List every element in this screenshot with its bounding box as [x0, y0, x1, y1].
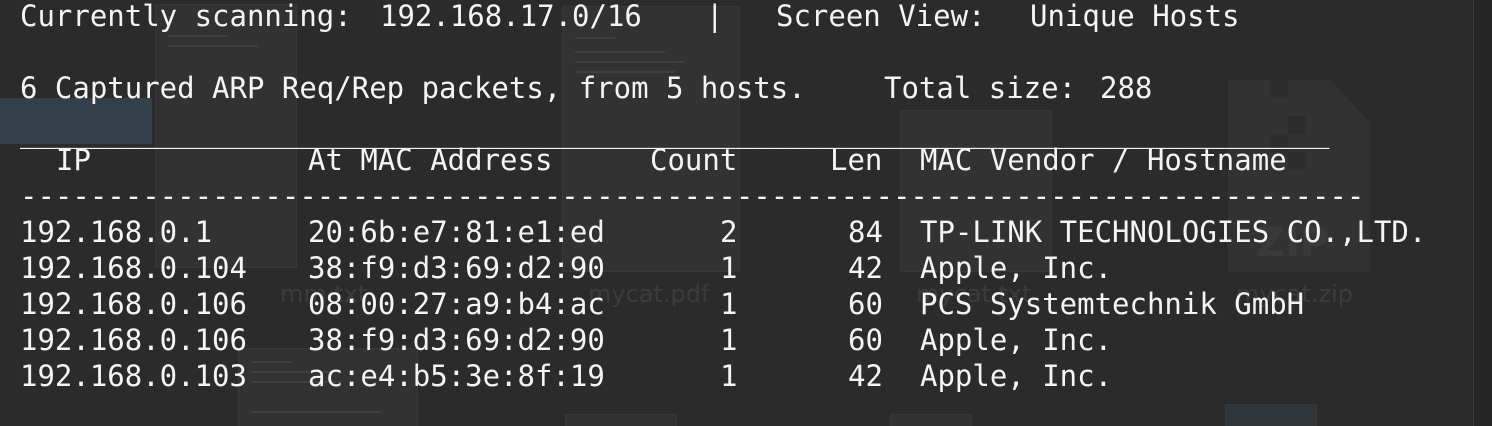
- scan-range: 192.168.17.0/16: [380, 0, 642, 33]
- summary-line: 6 Captured ARP Req/Rep packets, from 5 h…: [20, 70, 1152, 106]
- row-vendor: Apple, Inc.: [920, 251, 1113, 285]
- table-row: 192.168.0.106 08:00:27:a9:b4:ac 1 60 PCS…: [20, 286, 1304, 322]
- header-len: Len: [830, 143, 883, 177]
- row-count: 1: [720, 251, 738, 285]
- status-separator: |: [706, 0, 724, 33]
- table-row: 192.168.0.104 38:f9:d3:69:d2:90 1 42 App…: [20, 250, 1112, 286]
- row-vendor: TP-LINK TECHNOLOGIES CO.,LTD.: [920, 215, 1427, 249]
- total-size-label: Total size:: [884, 71, 1077, 105]
- row-ip: 192.168.0.103: [20, 359, 247, 393]
- row-len: 60: [848, 287, 883, 321]
- row-vendor: PCS Systemtechnik GmbH: [920, 287, 1305, 321]
- header-mac: At MAC Address: [308, 143, 553, 177]
- header-ip: IP: [56, 143, 91, 177]
- row-ip: 192.168.0.104: [20, 251, 247, 285]
- row-mac: 38:f9:d3:69:d2:90: [308, 251, 605, 285]
- table-divider: ----------------------------------------…: [20, 179, 1365, 213]
- row-len: 84: [848, 215, 883, 249]
- row-mac: 20:6b:e7:81:e1:ed: [308, 215, 605, 249]
- row-count: 1: [720, 359, 738, 393]
- row-count: 2: [720, 215, 738, 249]
- row-len: 42: [848, 359, 883, 393]
- row-ip: 192.168.0.106: [20, 287, 247, 321]
- status-line: Currently scanning: 192.168.17.0/16 | Sc…: [20, 0, 1240, 34]
- header-vendor: MAC Vendor / Hostname: [920, 143, 1287, 177]
- header-count: Count: [650, 143, 738, 177]
- row-count: 1: [720, 323, 738, 357]
- screen-view-label: Screen View:: [776, 0, 986, 33]
- row-mac: 38:f9:d3:69:d2:90: [308, 323, 605, 357]
- scanning-label: Currently scanning:: [20, 0, 352, 33]
- row-mac: ac:e4:b5:3e:8f:19: [308, 359, 605, 393]
- total-size-value: 288: [1100, 71, 1153, 105]
- row-ip: 192.168.0.106: [20, 323, 247, 357]
- packet-summary: 6 Captured ARP Req/Rep packets, from 5 h…: [20, 71, 806, 105]
- row-mac: 08:00:27:a9:b4:ac: [308, 287, 605, 321]
- terminal-window: ZIP mm.txt mycat.pdf mycat.txt mycat.zip…: [0, 0, 1492, 426]
- row-ip: 192.168.0.1: [20, 215, 213, 249]
- table-row: 192.168.0.1 20:6b:e7:81:e1:ed 2 84 TP-LI…: [20, 214, 1426, 250]
- terminal-output: Currently scanning: 192.168.17.0/16 | Sc…: [0, 0, 1492, 426]
- row-vendor: Apple, Inc.: [920, 323, 1113, 357]
- row-vendor: Apple, Inc.: [920, 359, 1113, 393]
- table-header: IP At MAC Address Count Len MAC Vendor /…: [20, 142, 1287, 178]
- row-len: 60: [848, 323, 883, 357]
- row-len: 42: [848, 251, 883, 285]
- table-row: 192.168.0.103 ac:e4:b5:3e:8f:19 1 42 App…: [20, 358, 1112, 394]
- row-count: 1: [720, 287, 738, 321]
- screen-view-value: Unique Hosts: [1030, 0, 1240, 33]
- table-row: 192.168.0.106 38:f9:d3:69:d2:90 1 60 App…: [20, 322, 1112, 358]
